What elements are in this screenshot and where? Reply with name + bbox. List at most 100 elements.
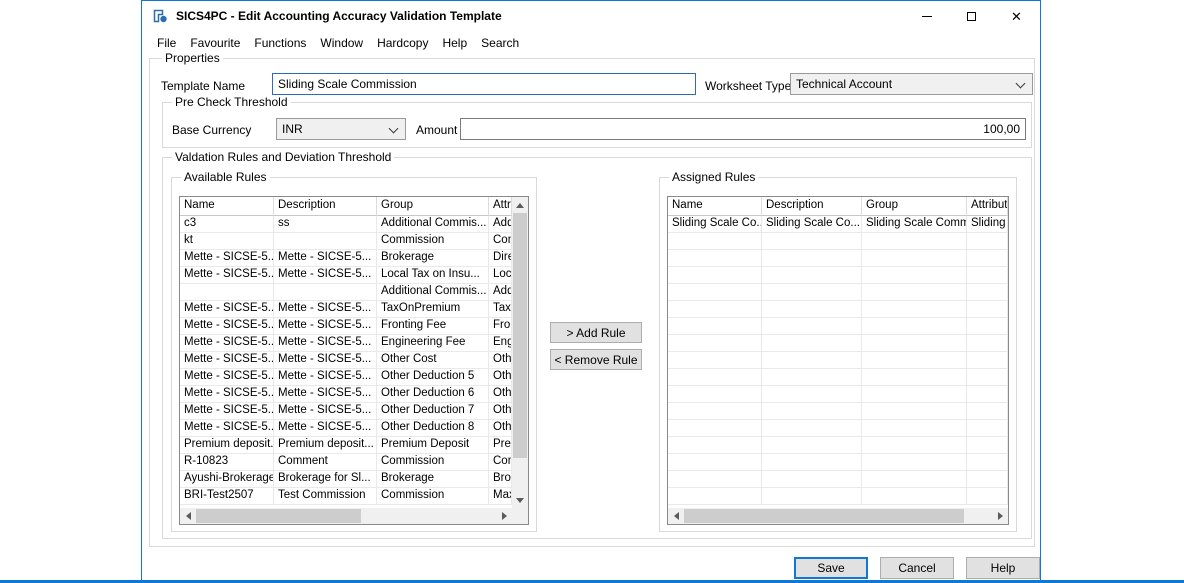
column-header[interactable]: Name: [668, 197, 762, 216]
add-rule-button[interactable]: > Add Rule: [550, 322, 642, 343]
table-row[interactable]: Mette - SICSE-5...Mette - SICSE-5...Loca…: [180, 267, 512, 284]
column-header[interactable]: Group: [377, 197, 489, 216]
table-cell: [862, 318, 967, 335]
table-row[interactable]: [668, 403, 1008, 420]
dialog-window: SICS4PC - Edit Accounting Accuracy Valid…: [141, 0, 1041, 581]
table-cell: Othe: [489, 369, 512, 386]
table-row[interactable]: Mette - SICSE-5...Mette - SICSE-5...Engi…: [180, 335, 512, 352]
table-cell: [668, 454, 762, 471]
table-cell: Maxi: [489, 488, 512, 505]
table-cell: Commission: [377, 488, 489, 505]
table-cell: [668, 471, 762, 488]
table-row[interactable]: Ayushi-BrokerageBrokerage for Sl...Broke…: [180, 471, 512, 488]
horizontal-scrollbar-thumb[interactable]: [684, 509, 964, 523]
column-header[interactable]: Attrib: [489, 197, 512, 216]
scroll-left-button[interactable]: [180, 508, 196, 524]
table-row[interactable]: Mette - SICSE-5...Mette - SICSE-5...Othe…: [180, 386, 512, 403]
table-cell: c3: [180, 216, 274, 233]
column-header[interactable]: Description: [274, 197, 377, 216]
horizontal-scrollbar-thumb[interactable]: [196, 509, 361, 523]
table-row[interactable]: R-10823CommentCommissionCom: [180, 454, 512, 471]
menu-item-file[interactable]: File: [150, 33, 183, 53]
remove-rule-button[interactable]: < Remove Rule: [550, 349, 642, 370]
table-row[interactable]: [668, 250, 1008, 267]
maximize-button[interactable]: [949, 2, 994, 31]
horizontal-scrollbar[interactable]: [668, 508, 1008, 524]
table-cell: Mette - SICSE-5...: [180, 369, 274, 386]
cancel-button[interactable]: Cancel: [880, 557, 954, 579]
menu-item-functions[interactable]: Functions: [247, 33, 313, 53]
scroll-right-button[interactable]: [496, 508, 512, 524]
minimize-button[interactable]: [904, 2, 949, 31]
table-cell: Mette - SICSE-5...: [180, 250, 274, 267]
table-row[interactable]: Mette - SICSE-5...Mette - SICSE-5...Othe…: [180, 369, 512, 386]
close-icon: ✕: [1011, 9, 1022, 25]
table-cell: [967, 471, 1008, 488]
close-button[interactable]: ✕: [994, 2, 1039, 31]
worksheet-type-select[interactable]: Technical Account: [790, 73, 1033, 95]
save-button[interactable]: Save: [794, 557, 868, 579]
help-button[interactable]: Help: [966, 557, 1040, 579]
maximize-icon: [967, 12, 976, 21]
table-row[interactable]: Mette - SICSE-5...Mette - SICSE-5...Othe…: [180, 420, 512, 437]
table-row[interactable]: [668, 267, 1008, 284]
table-cell: [668, 267, 762, 284]
table-cell: [862, 352, 967, 369]
table-row[interactable]: Mette - SICSE-5...Mette - SICSE-5...Brok…: [180, 250, 512, 267]
vertical-scrollbar-thumb[interactable]: [513, 213, 527, 458]
table-row[interactable]: [668, 437, 1008, 454]
table-row[interactable]: [668, 318, 1008, 335]
table-row[interactable]: Mette - SICSE-5...Mette - SICSE-5...Fron…: [180, 318, 512, 335]
table-cell: Mette - SICSE-5...: [274, 318, 377, 335]
menu-item-window[interactable]: Window: [313, 33, 370, 53]
assigned-rules-table: NameDescriptionGroupAttribute Sliding Sc…: [667, 196, 1009, 525]
table-row[interactable]: c3ssAdditional Commis...Addi: [180, 216, 512, 233]
template-name-input[interactable]: [272, 73, 696, 95]
menu-item-help[interactable]: Help: [435, 33, 474, 53]
menu-item-favourite[interactable]: Favourite: [183, 33, 247, 53]
column-header[interactable]: Description: [762, 197, 862, 216]
table-row[interactable]: [668, 352, 1008, 369]
table-row[interactable]: Mette - SICSE-5...Mette - SICSE-5...Othe…: [180, 352, 512, 369]
table-row[interactable]: [668, 471, 1008, 488]
table-cell: [762, 267, 862, 284]
table-row[interactable]: Mette - SICSE-5...Mette - SICSE-5...Othe…: [180, 403, 512, 420]
table-row[interactable]: [668, 335, 1008, 352]
amount-input[interactable]: [460, 118, 1026, 140]
menu-item-hardcopy[interactable]: Hardcopy: [370, 33, 435, 53]
table-row[interactable]: [668, 301, 1008, 318]
table-row[interactable]: BRI-Test2507Test CommissionCommissionMax…: [180, 488, 512, 505]
table-row[interactable]: [668, 488, 1008, 505]
horizontal-scrollbar[interactable]: [180, 508, 512, 524]
table-cell: Com: [489, 454, 512, 471]
table-cell: Mette - SICSE-5...: [180, 335, 274, 352]
scroll-right-button[interactable]: [992, 508, 1008, 524]
table-row[interactable]: Mette - SICSE-5...Mette - SICSE-5...TaxO…: [180, 301, 512, 318]
scroll-down-button[interactable]: [512, 492, 528, 508]
table-row[interactable]: Premium deposit...Premium deposit...Prem…: [180, 437, 512, 454]
table-cell: [668, 369, 762, 386]
table-header: NameDescriptionGroupAttribute: [668, 197, 1008, 216]
scroll-left-button[interactable]: [668, 508, 684, 524]
table-cell: [668, 488, 762, 505]
menu-item-search[interactable]: Search: [474, 33, 526, 53]
table-row[interactable]: [668, 420, 1008, 437]
table-row[interactable]: [668, 454, 1008, 471]
scroll-up-button[interactable]: [512, 197, 528, 213]
table-row[interactable]: ktCommissionCom: [180, 233, 512, 250]
table-cell: Sliding Scale Comm: [862, 216, 967, 233]
column-header[interactable]: Group: [862, 197, 967, 216]
vertical-scrollbar[interactable]: [512, 197, 528, 508]
column-header[interactable]: Name: [180, 197, 274, 216]
table-row[interactable]: [668, 284, 1008, 301]
table-cell: [274, 284, 377, 301]
table-row[interactable]: Sliding Scale Co...Sliding Scale Co...Sl…: [668, 216, 1008, 233]
column-header[interactable]: Attribute: [967, 197, 1008, 216]
table-row[interactable]: [668, 369, 1008, 386]
base-currency-select[interactable]: INR: [276, 118, 406, 140]
table-cell: [668, 233, 762, 250]
table-row[interactable]: [668, 386, 1008, 403]
table-row[interactable]: [668, 233, 1008, 250]
table-cell: Other Deduction 7: [377, 403, 489, 420]
table-row[interactable]: Additional Commis...Addi: [180, 284, 512, 301]
